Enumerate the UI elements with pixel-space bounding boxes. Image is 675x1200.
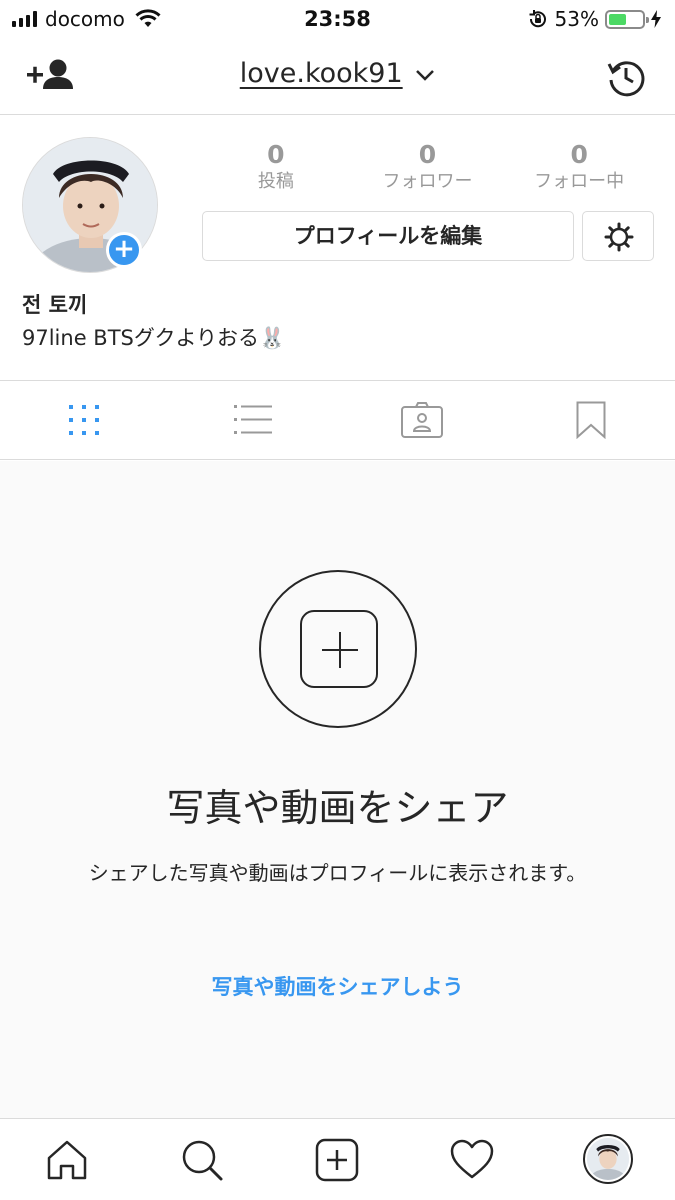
history-icon[interactable] xyxy=(605,56,647,98)
search-icon[interactable] xyxy=(179,1137,225,1183)
battery-fill xyxy=(609,13,626,25)
avatar-photo xyxy=(587,1138,629,1180)
gear-icon xyxy=(604,222,634,252)
battery-percent: 53% xyxy=(554,7,599,31)
profile-tab-avatar[interactable] xyxy=(583,1134,633,1184)
battery-icon xyxy=(605,9,649,29)
stat-following[interactable]: 0 フォロー中 xyxy=(503,140,655,200)
stat-label: フォロー中 xyxy=(534,171,625,192)
status-right: 53% xyxy=(527,7,661,31)
share-photo-icon xyxy=(259,570,417,728)
tab-saved[interactable] xyxy=(506,381,675,459)
stat-followers[interactable]: 0 フォロワー xyxy=(352,140,504,200)
status-bar: docomo 23:58 53% xyxy=(0,0,675,40)
list-icon xyxy=(234,405,273,434)
posts-empty-state: 写真や動画をシェア シェアした写真や動画はプロフィールに表示されます。 写真や動… xyxy=(0,461,675,1118)
stat-count: 0 xyxy=(418,140,437,169)
bookmark-icon xyxy=(576,401,606,439)
stat-count: 0 xyxy=(267,140,285,169)
tagged-person-icon xyxy=(400,402,443,438)
share-photos-link[interactable]: 写真や動画をシェアしよう xyxy=(0,971,675,1001)
new-post-icon[interactable] xyxy=(314,1137,360,1183)
tab-list[interactable] xyxy=(169,381,338,459)
profile-tabs xyxy=(0,380,675,460)
settings-button[interactable] xyxy=(582,211,654,261)
chevron-down-icon[interactable] xyxy=(415,68,435,82)
home-icon[interactable] xyxy=(44,1137,90,1183)
tab-grid[interactable] xyxy=(0,381,169,459)
add-story-button[interactable]: + xyxy=(106,232,142,268)
charging-icon xyxy=(651,10,661,28)
bottom-nav xyxy=(0,1118,675,1200)
rotation-lock-icon xyxy=(529,10,546,28)
stat-count: 0 xyxy=(570,140,588,169)
profile-stats: 0 投稿 0 フォロワー 0 フォロー中 xyxy=(200,140,655,200)
tab-tagged[interactable] xyxy=(338,381,507,459)
username[interactable]: love.kook91 xyxy=(240,58,403,89)
grid-icon xyxy=(69,405,100,435)
add-square-icon xyxy=(300,610,378,688)
profile-name: 전 토끼 xyxy=(22,293,88,317)
empty-title: 写真や動画をシェア xyxy=(166,786,509,830)
empty-description: シェアした写真や動画はプロフィールに表示されます。 xyxy=(88,861,587,885)
stat-posts[interactable]: 0 投稿 xyxy=(200,140,352,200)
heart-icon[interactable] xyxy=(449,1137,495,1183)
username-switcher[interactable]: love.kook91 xyxy=(0,58,675,89)
nav-bar: love.kook91 xyxy=(0,40,675,115)
stat-label: 投稿 xyxy=(257,171,294,192)
stat-label: フォロワー xyxy=(382,171,473,192)
profile-bio: 97line BTSグクよりおる🐰 xyxy=(22,326,286,350)
edit-profile-button[interactable]: プロフィールを編集 xyxy=(202,211,574,261)
